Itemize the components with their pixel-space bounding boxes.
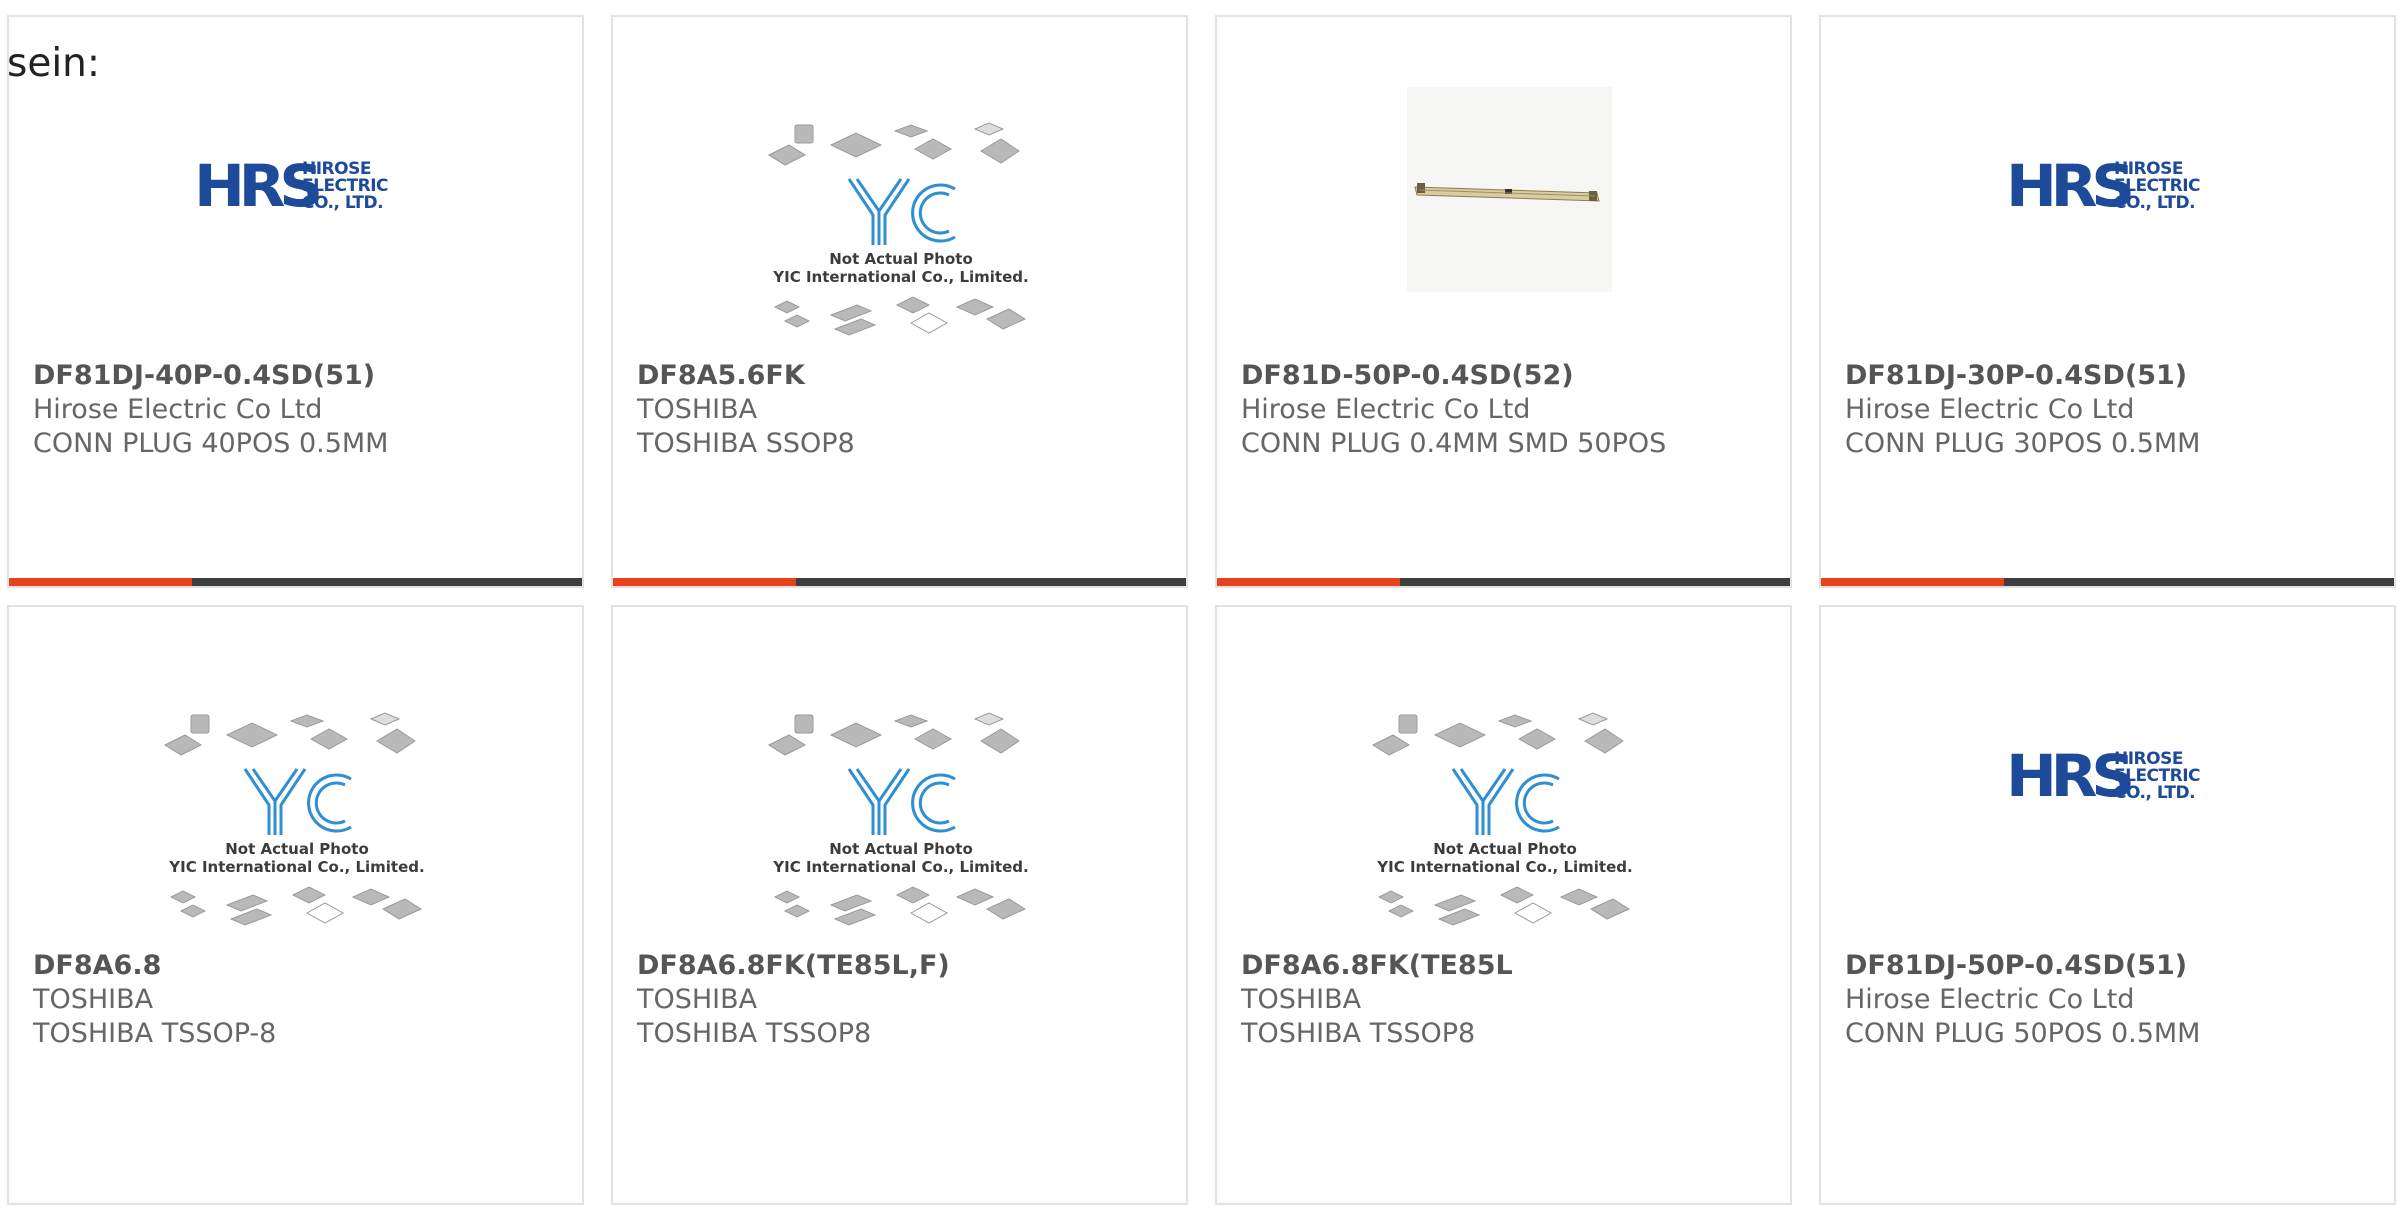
yic-caption-2: YIC International Co., Limited.: [773, 858, 1029, 876]
product-info: DF81DJ-30P-0.4SD(51) Hirose Electric Co L…: [1845, 359, 2384, 461]
hrs-line-3: CO., LTD.: [302, 193, 384, 213]
manufacturer-label: TOSHIBA: [637, 984, 758, 1015]
product-card[interactable]: DF81D-50P-0.4SD(52) Hirose Electric Co Lt…: [1215, 15, 1792, 588]
product-image[interactable]: Not Actual Photo YIC International Co., L…: [1217, 607, 1790, 947]
product-image[interactable]: [1217, 17, 1790, 357]
card-bar-accent: [1217, 578, 1400, 586]
part-number-link[interactable]: DF8A6.8: [33, 949, 572, 983]
product-info: DF8A6.8FK(TE85L TOSHIBA TOSHIBA TSSOP8: [1241, 949, 1780, 1051]
card-hover-bar: [613, 578, 1186, 586]
card-bar-accent: [613, 578, 796, 586]
yic-caption-2: YIC International Co., Limited.: [169, 858, 425, 876]
part-number-link[interactable]: DF8A5.6FK: [637, 359, 1176, 393]
hrs-company-text: HIROSE ELECTRIC CO., LTD.: [302, 161, 389, 213]
hrs-mark: HRS: [2006, 742, 2135, 810]
hrs-line-3: CO., LTD.: [2114, 783, 2196, 803]
part-number-link[interactable]: DF8A6.8FK(TE85L: [1241, 949, 1780, 983]
product-card[interactable]: Not Actual Photo YIC International Co., L…: [611, 605, 1188, 1205]
manufacturer-label: Hirose Electric Co Ltd: [1845, 984, 2135, 1015]
description-label: CONN PLUG 50POS 0.5MM: [1845, 1018, 2201, 1049]
hrs-company-text: HIROSE ELECTRIC CO., LTD.: [2114, 751, 2201, 803]
hrs-logo-icon: HRS HIROSE ELECTRIC CO., LTD.: [2006, 157, 2211, 227]
product-info: DF8A6.8FK(TE85L,F) TOSHIBA TOSHIBA TSSOP8: [637, 949, 1176, 1051]
hrs-mark: HRS: [194, 152, 323, 220]
product-info: DF81DJ-40P-0.4SD(51) Hirose Electric Co L…: [33, 359, 572, 461]
yic-caption-1: Not Actual Photo: [1433, 840, 1577, 858]
manufacturer-label: Hirose Electric Co Ltd: [1845, 394, 2135, 425]
card-hover-bar: [1821, 578, 2394, 586]
part-number-link[interactable]: DF81DJ-30P-0.4SD(51): [1845, 359, 2384, 393]
part-number-link[interactable]: DF81DJ-40P-0.4SD(51): [33, 359, 572, 393]
yic-placeholder-icon: Not Actual Photo YIC International Co., L…: [157, 697, 437, 937]
product-info: DF81D-50P-0.4SD(52) Hirose Electric Co Lt…: [1241, 359, 1780, 461]
product-image[interactable]: Not Actual Photo YIC International Co., L…: [9, 607, 582, 947]
manufacturer-label: Hirose Electric Co Ltd: [1241, 394, 1531, 425]
manufacturer-label: TOSHIBA: [1241, 984, 1362, 1015]
product-image[interactable]: HRS HIROSE ELECTRIC CO., LTD.: [1821, 17, 2394, 357]
yic-caption-2: YIC International Co., Limited.: [1377, 858, 1633, 876]
connector-photo-icon: [1407, 87, 1612, 292]
description-label: TOSHIBA TSSOP8: [637, 1018, 872, 1049]
hrs-line-3: CO., LTD.: [2114, 193, 2196, 213]
product-card[interactable]: Not Actual Photo YIC International Co., L…: [611, 15, 1188, 588]
hrs-company-text: HIROSE ELECTRIC CO., LTD.: [2114, 161, 2201, 213]
description-label: TOSHIBA SSOP8: [637, 428, 855, 459]
manufacturer-label: Hirose Electric Co Ltd: [33, 394, 323, 425]
description-label: TOSHIBA TSSOP-8: [33, 1018, 277, 1049]
description-label: CONN PLUG 40POS 0.5MM: [33, 428, 389, 459]
hrs-mark: HRS: [2006, 152, 2135, 220]
hrs-logo-icon: HRS HIROSE ELECTRIC CO., LTD.: [2006, 747, 2211, 817]
yic-caption-2: YIC International Co., Limited.: [773, 268, 1029, 286]
product-image[interactable]: Not Actual Photo YIC International Co., L…: [613, 17, 1186, 357]
hrs-logo-icon: HRS HIROSE ELECTRIC CO., LTD.: [194, 157, 399, 227]
description-label: CONN PLUG 0.4MM SMD 50POS: [1241, 428, 1667, 459]
description-label: TOSHIBA TSSOP8: [1241, 1018, 1476, 1049]
product-card[interactable]: HRS HIROSE ELECTRIC CO., LTD. DF81DJ-30P-0.4…: [1819, 15, 2396, 588]
product-card[interactable]: HRS HIROSE ELECTRIC CO., LTD. DF81DJ-50P-0.4…: [1819, 605, 2396, 1205]
product-info: DF8A6.8 TOSHIBA TOSHIBA TSSOP-8: [33, 949, 572, 1051]
yic-caption-1: Not Actual Photo: [225, 840, 369, 858]
yic-caption-1: Not Actual Photo: [829, 250, 973, 268]
product-card[interactable]: HRS HIROSE ELECTRIC CO., LTD. DF81DJ-40P-0.4…: [7, 15, 584, 588]
product-grid: HRS HIROSE ELECTRIC CO., LTD. DF81DJ-40P-0.4…: [7, 15, 2400, 1205]
card-bar-accent: [9, 578, 192, 586]
yic-placeholder-icon: Not Actual Photo YIC International Co., L…: [761, 107, 1041, 347]
yic-caption-1: Not Actual Photo: [829, 840, 973, 858]
card-bar-accent: [1821, 578, 2004, 586]
card-hover-bar: [9, 578, 582, 586]
manufacturer-label: TOSHIBA: [637, 394, 758, 425]
product-image[interactable]: Not Actual Photo YIC International Co., L…: [613, 607, 1186, 947]
part-number-link[interactable]: DF81D-50P-0.4SD(52): [1241, 359, 1780, 393]
yic-placeholder-icon: Not Actual Photo YIC International Co., L…: [1365, 697, 1645, 937]
product-card[interactable]: Not Actual Photo YIC International Co., L…: [7, 605, 584, 1205]
card-hover-bar: [1217, 578, 1790, 586]
product-image[interactable]: HRS HIROSE ELECTRIC CO., LTD.: [1821, 607, 2394, 947]
product-info: DF81DJ-50P-0.4SD(51) Hirose Electric Co L…: [1845, 949, 2384, 1051]
page-label: sein:: [7, 41, 101, 86]
yic-placeholder-icon: Not Actual Photo YIC International Co., L…: [761, 697, 1041, 937]
product-card[interactable]: Not Actual Photo YIC International Co., L…: [1215, 605, 1792, 1205]
manufacturer-label: TOSHIBA: [33, 984, 154, 1015]
part-number-link[interactable]: DF81DJ-50P-0.4SD(51): [1845, 949, 2384, 983]
description-label: CONN PLUG 30POS 0.5MM: [1845, 428, 2201, 459]
product-info: DF8A5.6FK TOSHIBA TOSHIBA SSOP8: [637, 359, 1176, 461]
part-number-link[interactable]: DF8A6.8FK(TE85L,F): [637, 949, 1176, 983]
